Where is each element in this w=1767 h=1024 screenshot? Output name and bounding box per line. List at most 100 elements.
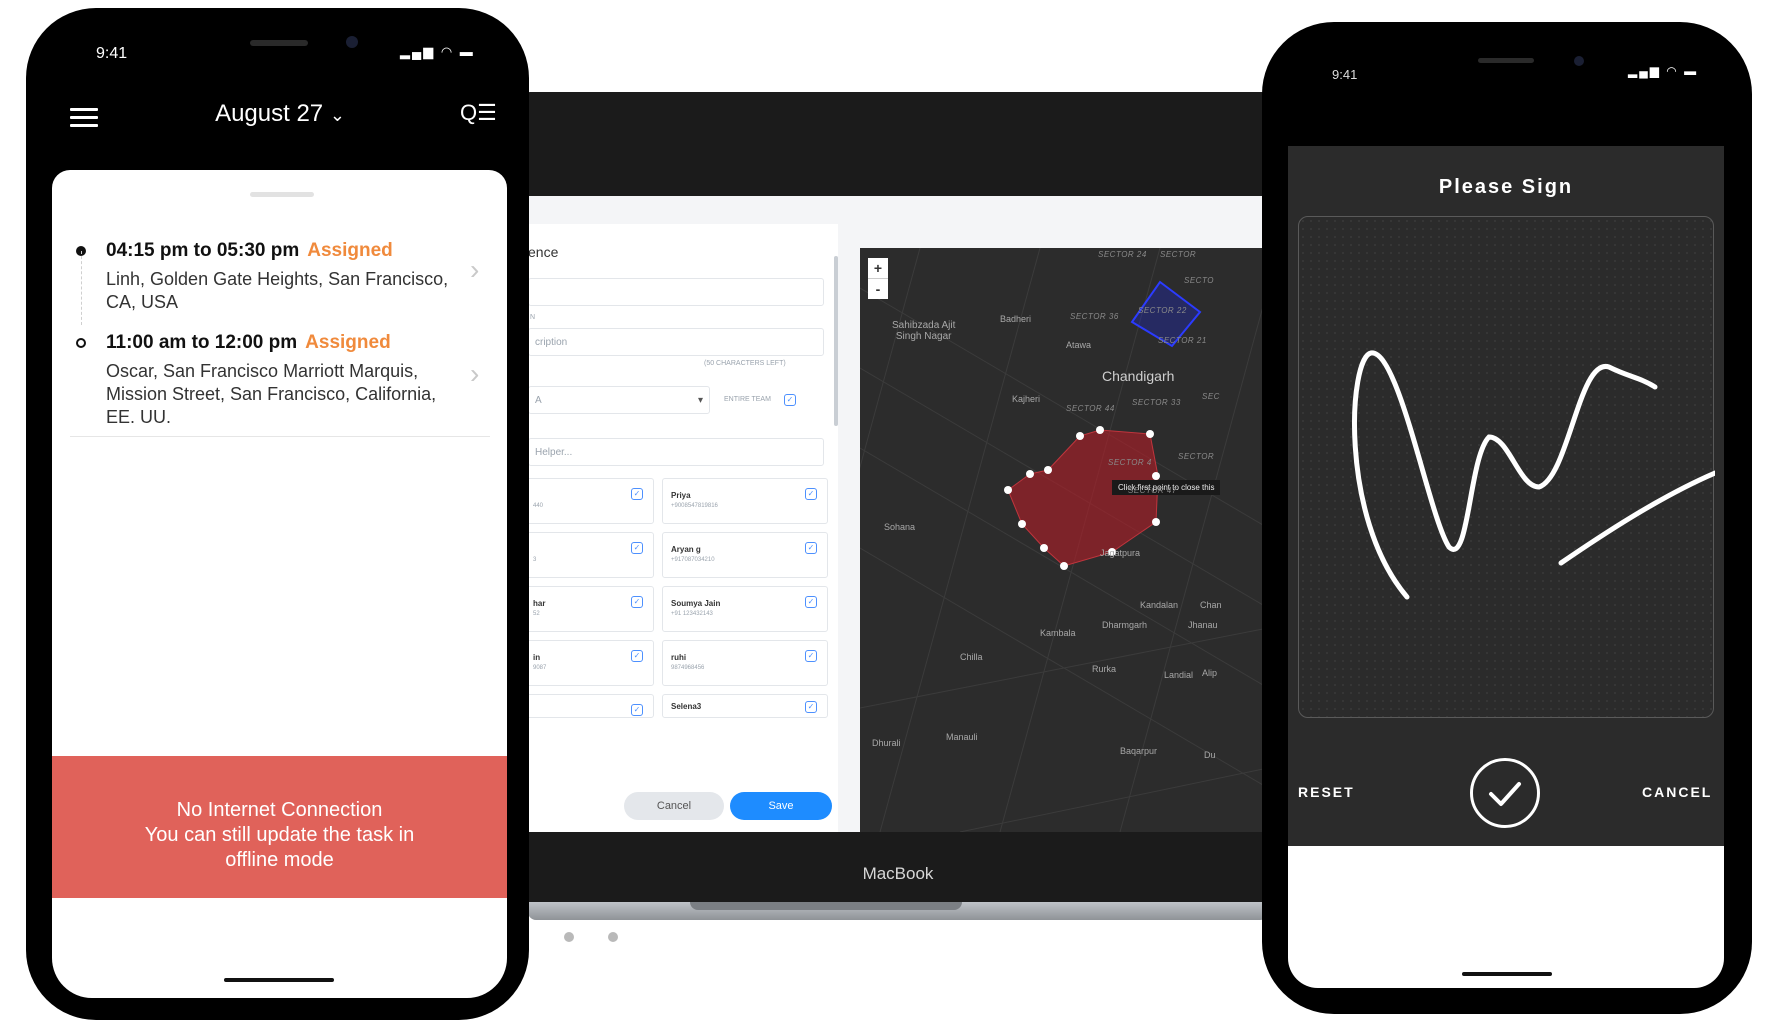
member-name: Priya <box>671 491 691 500</box>
team-select-value: A <box>535 395 542 406</box>
offline-title: No Internet Connection <box>176 799 383 821</box>
member-checkbox[interactable]: ✓ <box>805 596 817 608</box>
save-button[interactable]: Save <box>730 792 832 820</box>
chevron-right-icon: › <box>470 254 480 285</box>
member-card[interactable]: ✓ <box>528 694 654 718</box>
map-label: Badheri <box>1000 314 1032 324</box>
member-card[interactable]: ruhi 9874968456 ✓ <box>662 640 828 686</box>
hamburger-menu-icon[interactable] <box>70 108 98 128</box>
member-card[interactable]: Aryan g +917087034210 ✓ <box>662 532 828 578</box>
member-card[interactable]: in 9087 ✓ <box>528 640 654 686</box>
laptop-notch <box>690 902 962 910</box>
home-indicator[interactable] <box>1462 972 1552 976</box>
member-checkbox[interactable]: ✓ <box>631 704 643 716</box>
member-checkbox[interactable]: ✓ <box>631 488 643 500</box>
home-indicator[interactable] <box>224 978 334 982</box>
speaker-grille <box>1478 58 1534 63</box>
member-checkbox[interactable]: ✓ <box>805 542 817 554</box>
date-selector[interactable]: August 27 ⌄ <box>180 100 380 128</box>
confirm-check-button[interactable] <box>1470 758 1540 828</box>
map-label: Chilla <box>960 652 983 662</box>
member-checkbox[interactable]: ✓ <box>631 650 643 662</box>
task-status: Assigned <box>305 332 391 353</box>
cancel-button[interactable]: CANCEL <box>1642 784 1712 800</box>
reset-button[interactable]: RESET <box>1298 784 1355 800</box>
member-card[interactable]: Soumya Jain +91 123432143 ✓ <box>662 586 828 632</box>
map-label: SECTOR 22 <box>1138 306 1187 315</box>
member-phone: 440 <box>533 503 544 509</box>
field-label-n: N <box>530 314 536 321</box>
team-select[interactable]: A ▾ <box>528 386 710 414</box>
entire-team-checkbox[interactable]: ✓ <box>784 394 796 406</box>
laptop-brand-label: MacBook <box>862 864 934 883</box>
sheet-handle[interactable] <box>250 192 314 197</box>
form-title: ence <box>528 244 559 260</box>
zoom-out-button[interactable]: - <box>868 278 888 299</box>
map-label: Rurka <box>1092 664 1117 674</box>
chevron-down-icon: ⌄ <box>329 105 345 125</box>
map-label: SECTOR 47 <box>1128 486 1177 495</box>
map-label: SECTOR <box>1178 452 1215 461</box>
offline-banner: No Internet Connection You can still upd… <box>52 756 507 898</box>
chevron-right-icon: › <box>470 358 480 389</box>
member-phone: 9874968456 <box>671 665 705 671</box>
geofence-form-panel: ence N cription (50 CHARACTERS LEFT) A ▾… <box>528 224 838 832</box>
map-label: Chandigarh <box>1102 368 1175 384</box>
member-phone: +91 123432143 <box>671 611 713 617</box>
member-name: har <box>533 599 546 608</box>
carousel-dot[interactable] <box>564 932 574 942</box>
search-filter-icon[interactable]: Q☰ <box>460 100 497 126</box>
status-time: 9:41 <box>96 45 128 62</box>
timeline-connector <box>81 251 83 325</box>
signature-screen: Please Sign RESET CANCEL <box>1288 146 1724 988</box>
member-name: in <box>533 653 541 662</box>
task-time-text: 11:00 am to 12:00 pm <box>106 332 298 353</box>
signature-pad[interactable] <box>1298 216 1715 718</box>
front-camera <box>346 36 358 48</box>
description-field[interactable]: cription <box>528 328 824 356</box>
map-label: Dhurali <box>872 738 901 748</box>
member-card[interactable]: Priya +9008547819816 ✓ <box>662 478 828 524</box>
map-label: Kambala <box>1040 628 1076 638</box>
carousel-dot[interactable] <box>608 932 618 942</box>
map-view[interactable]: + - Click first point to close this Sahi… <box>860 248 1268 832</box>
member-name: Selena3 <box>671 702 702 711</box>
form-scrollbar[interactable] <box>834 256 838 426</box>
member-checkbox[interactable]: ✓ <box>805 488 817 500</box>
map-label: Jagatpura <box>1100 548 1141 558</box>
status-icons: ▂▄▆ ◠ ▬ <box>1628 64 1699 78</box>
map-label: Landial <box>1164 670 1194 680</box>
map-label: SECTOR 44 <box>1066 404 1115 413</box>
member-phone: 52 <box>533 611 540 617</box>
member-card[interactable]: har 52 ✓ <box>528 586 654 632</box>
member-card[interactable]: 440 ✓ <box>528 478 654 524</box>
map-label: Kajheri <box>1012 394 1041 404</box>
map-label: Sahibzada Ajit Singh Nagar <box>892 320 956 342</box>
member-checkbox[interactable]: ✓ <box>631 542 643 554</box>
list-divider <box>70 436 490 437</box>
map-label: Alip <box>1202 668 1218 678</box>
task-list-sheet: 04:15 pm to 05:30 pm Assigned Linh, Golde… <box>52 170 507 998</box>
drawn-geofence[interactable] <box>1007 429 1159 567</box>
date-title: August 27 <box>215 100 324 127</box>
chars-left-label: (50 CHARACTERS LEFT) <box>704 360 786 367</box>
map-label: Dharmgarh <box>1102 620 1148 630</box>
name-field[interactable] <box>528 278 824 306</box>
helper-field[interactable]: Helper... <box>528 438 824 466</box>
task-status: Assigned <box>307 240 393 261</box>
member-card[interactable]: Selena3 ✓ <box>662 694 828 718</box>
checkmark-icon <box>1489 782 1521 806</box>
map-label: SECTOR 21 <box>1158 336 1207 345</box>
cancel-button[interactable]: Cancel <box>624 792 724 820</box>
member-checkbox[interactable]: ✓ <box>631 596 643 608</box>
task-dot <box>76 338 86 348</box>
task-time: 04:15 pm to 05:30 pm Assigned <box>106 240 393 262</box>
member-card[interactable]: 3 ✓ <box>528 532 654 578</box>
map-label: Du <box>1204 750 1216 760</box>
zoom-in-button[interactable]: + <box>868 258 888 278</box>
member-checkbox[interactable]: ✓ <box>805 701 817 713</box>
member-phone: 9087 <box>533 665 547 671</box>
map-label: Atawa <box>1066 340 1092 350</box>
member-phone: 3 <box>533 557 537 563</box>
member-checkbox[interactable]: ✓ <box>805 650 817 662</box>
